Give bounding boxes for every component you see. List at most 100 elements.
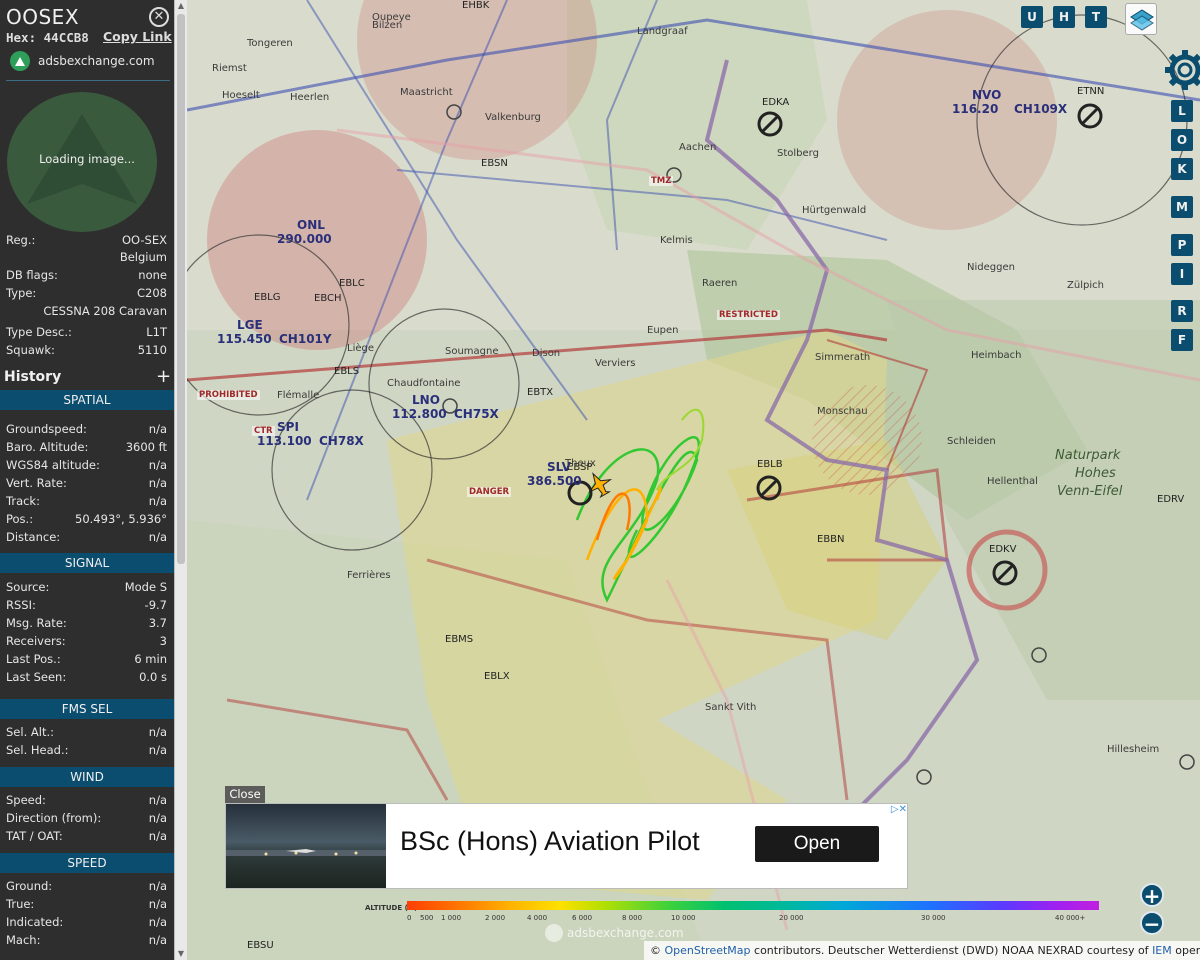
- place-label: Eupen: [647, 325, 679, 336]
- navaid-channel: CH101Y: [279, 332, 332, 346]
- stat-label: True:: [6, 897, 35, 911]
- detail-row: CESSNA 208 Caravan: [6, 304, 167, 318]
- scroll-up-icon[interactable]: ▲: [176, 1, 186, 11]
- stat-value: 3600 ft: [125, 440, 167, 454]
- stat-label: RSSI:: [6, 598, 36, 612]
- place-label: Simmerath: [815, 352, 871, 363]
- navaid-ident: ONL: [297, 218, 325, 232]
- toolbar-button-h[interactable]: H: [1053, 6, 1075, 28]
- adsbx-link[interactable]: adsbexchange.com: [10, 50, 155, 72]
- ad-headline: BSc (Hons) Aviation Pilot: [400, 826, 700, 856]
- osm-link[interactable]: OpenStreetMap: [665, 944, 751, 957]
- stat-value: n/a: [148, 725, 167, 739]
- airport-label: EBLS: [334, 366, 360, 377]
- stat-row: Baro. Altitude: 3600 ft: [6, 440, 167, 454]
- navaid-frequency: 386.500: [527, 474, 582, 488]
- toolbar-button-t[interactable]: T: [1085, 6, 1107, 28]
- sidebar-scrollbar[interactable]: ▲ ▼: [174, 0, 187, 960]
- place-label: Landgraaf: [637, 26, 688, 37]
- stat-label: Source:: [6, 580, 50, 594]
- side-button-o[interactable]: O: [1171, 129, 1193, 151]
- close-panel-icon[interactable]: ✕: [149, 7, 169, 27]
- place-label: Hürtgenwald: [802, 205, 867, 216]
- airspace-zone-label: RESTRICTED: [717, 310, 780, 320]
- stat-value: n/a: [148, 476, 167, 490]
- adsbx-watermark-icon: [545, 924, 563, 942]
- navaid-channel: CH78X: [319, 434, 364, 448]
- place-label: Kelmis: [660, 235, 693, 246]
- section-header-wind[interactable]: WIND: [0, 767, 174, 787]
- stat-label: Indicated:: [6, 915, 64, 929]
- place-label: Maastricht: [400, 87, 453, 98]
- navaid-channel: CH109X: [1014, 102, 1068, 116]
- park-label: Hohes: [1075, 466, 1116, 481]
- stat-row: Vert. Rate: n/a: [6, 476, 167, 490]
- section-header-speed[interactable]: SPEED: [0, 853, 174, 873]
- section-header-spatial[interactable]: SPATIAL: [0, 390, 174, 410]
- airport-label: EDKA: [762, 97, 790, 108]
- airport-label: EBLX: [484, 671, 510, 682]
- toolbar-button-u[interactable]: U: [1021, 6, 1043, 28]
- side-button-r[interactable]: R: [1171, 300, 1193, 322]
- stat-row: Indicated: n/a: [6, 915, 167, 929]
- scrollbar-thumb[interactable]: [177, 14, 185, 564]
- stat-label: TAT / OAT:: [6, 829, 63, 843]
- zoom-out-button[interactable]: −: [1140, 911, 1164, 935]
- side-button-f[interactable]: F: [1171, 329, 1193, 351]
- navaid-frequency: 112.800: [392, 407, 447, 421]
- layers-button[interactable]: [1125, 3, 1157, 35]
- place-label: Raeren: [702, 278, 738, 289]
- place-label: Schleiden: [947, 436, 996, 447]
- side-button-m[interactable]: M: [1171, 196, 1193, 218]
- legend-tick-label: 2 000: [485, 914, 506, 922]
- history-add-icon[interactable]: +: [156, 366, 171, 387]
- place-label: Theux: [565, 458, 596, 469]
- place-label: Ferrières: [347, 570, 391, 581]
- stat-row: Track: n/a: [6, 494, 167, 508]
- stat-label: Receivers:: [6, 634, 66, 648]
- airspace-zone-label: PROHIBITED: [197, 390, 260, 400]
- side-button-l[interactable]: L: [1171, 100, 1193, 122]
- legend-tick-label: 6 000: [572, 914, 593, 922]
- adchoices-icon[interactable]: ▷✕: [879, 804, 907, 818]
- legend-tick-label: 8 000: [622, 914, 643, 922]
- side-button-i[interactable]: I: [1171, 263, 1193, 285]
- section-header-signal[interactable]: SIGNAL: [0, 553, 174, 573]
- place-label: Bilzen: [372, 20, 403, 31]
- legend-tick-label: 0: [407, 914, 412, 922]
- stat-value: n/a: [148, 933, 167, 947]
- stat-label: Groundspeed:: [6, 422, 87, 436]
- place-label: Hillesheim: [1107, 744, 1160, 755]
- place-label: Liège: [347, 343, 375, 354]
- detail-label: Squawk:: [6, 343, 55, 357]
- stat-label: WGS84 altitude:: [6, 458, 100, 472]
- ad-open-button[interactable]: Open: [755, 826, 879, 862]
- ad-close-button[interactable]: Close: [225, 786, 265, 803]
- place-label: Chaudfontaine: [387, 378, 461, 389]
- copy-link[interactable]: Copy Link: [103, 29, 172, 44]
- airspace-zone-label: CTR: [252, 426, 275, 436]
- side-button-p[interactable]: P: [1171, 234, 1193, 256]
- map-attribution: © OpenStreetMap contributors. Deutscher …: [644, 941, 1200, 960]
- history-header[interactable]: History +: [0, 366, 174, 388]
- place-label: Flémalle: [277, 390, 320, 401]
- aircraft-photo: Loading image...: [7, 92, 157, 232]
- ad-banner[interactable]: BSc (Hons) Aviation Pilot Open ▷✕: [225, 803, 908, 889]
- section-header-fms[interactable]: FMS SEL: [0, 699, 174, 719]
- stat-row: Pos.: 50.493°, 5.936°: [6, 512, 167, 526]
- detail-row: Belgium: [6, 250, 167, 264]
- stat-row: Direction (from): n/a: [6, 811, 167, 825]
- scroll-down-icon[interactable]: ▼: [176, 949, 186, 959]
- settings-button[interactable]: [1163, 48, 1200, 92]
- place-label: Heerlen: [290, 92, 330, 103]
- stat-value: n/a: [148, 458, 167, 472]
- stat-value: n/a: [148, 793, 167, 807]
- photo-loading-text: Loading image...: [39, 152, 135, 166]
- altitude-legend: ALTITUDE (ft) 0 500 1 000 2 000 4 000 6 000 8 …: [365, 901, 1121, 925]
- stat-label: Distance:: [6, 530, 61, 544]
- side-button-k[interactable]: K: [1171, 158, 1193, 180]
- iem-link[interactable]: IEM: [1152, 944, 1172, 957]
- airport-label: EBLG: [254, 292, 281, 303]
- zoom-in-button[interactable]: +: [1140, 883, 1164, 907]
- airport-label: EDRV: [1157, 494, 1185, 505]
